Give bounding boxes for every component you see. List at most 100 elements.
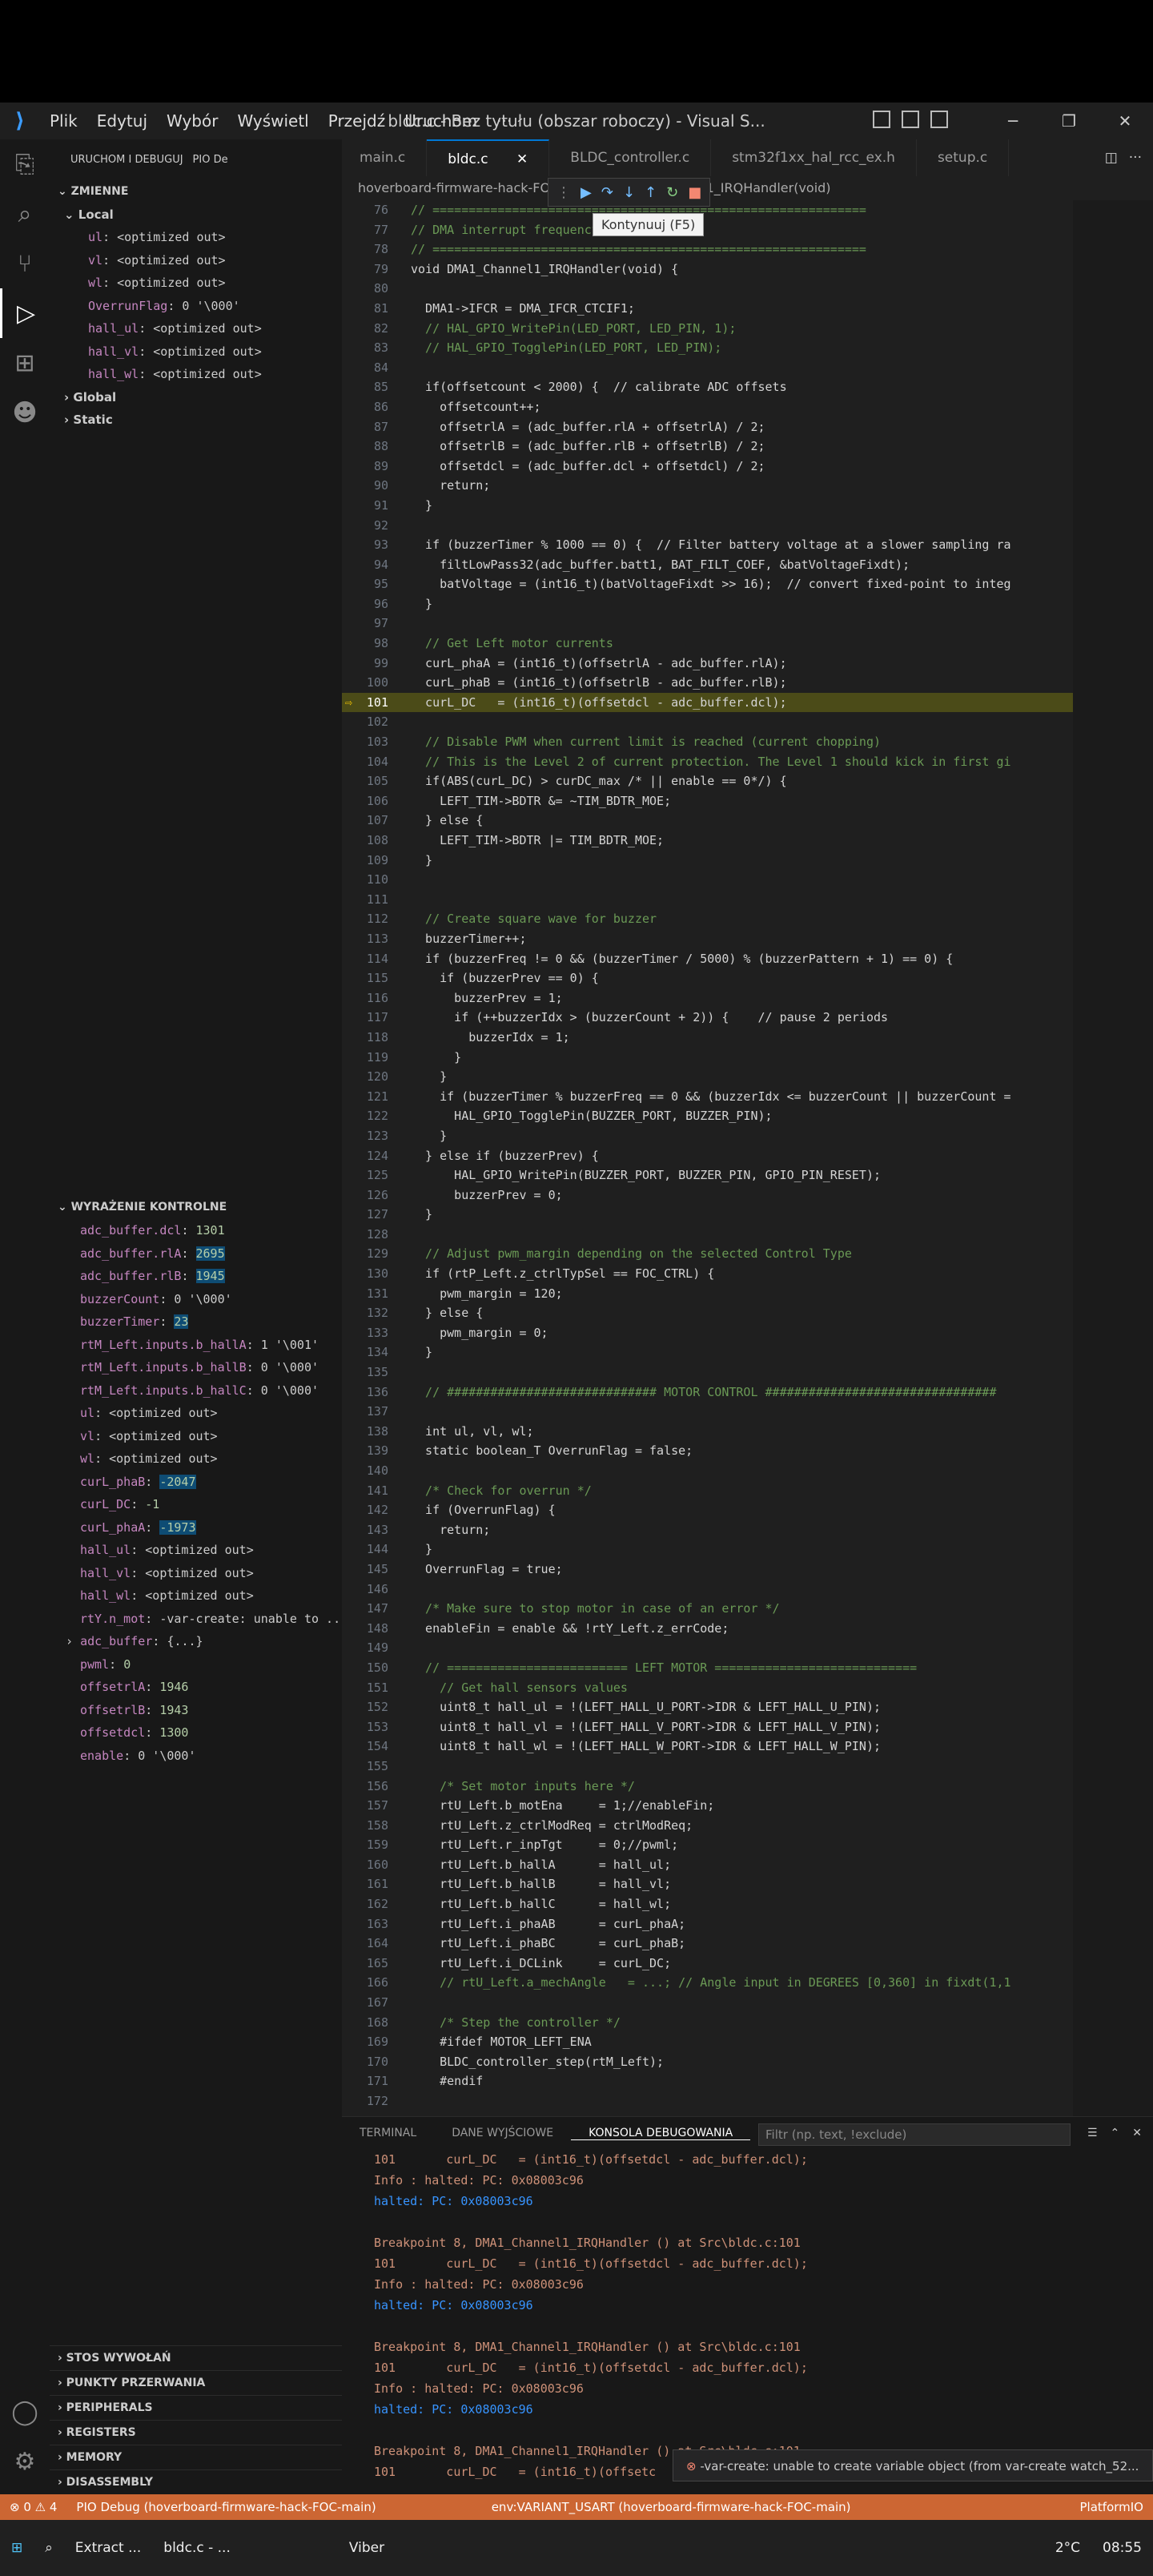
panel-toggle-icon[interactable]: [930, 111, 948, 128]
restart-icon[interactable]: ↻: [666, 184, 678, 201]
settings-gear-icon[interactable]: ⚙: [0, 2437, 50, 2486]
watch-expression-row[interactable]: hall_vl: <optimized out>: [50, 1562, 342, 1585]
source-control-icon[interactable]: ⑂: [0, 239, 50, 288]
menu-run[interactable]: Uruchom: [395, 111, 487, 131]
sidebar-section-header[interactable]: › PERIPHERALS: [50, 2395, 342, 2420]
watch-expression-row[interactable]: vl: <optimized out>: [50, 1425, 342, 1448]
tab-main-c[interactable]: main.c: [342, 139, 428, 176]
close-panel-icon[interactable]: ✕: [1132, 2127, 1142, 2139]
minimap[interactable]: [1073, 200, 1153, 2116]
sidebar-toggle-icon[interactable]: [902, 111, 919, 128]
menu-go[interactable]: Przejdź: [319, 111, 395, 131]
sidebar-section-header[interactable]: › STOS WYWOŁAŃ: [50, 2345, 342, 2370]
search-icon[interactable]: ⌕: [0, 189, 50, 239]
local-variable-row[interactable]: wl: <optimized out>: [50, 272, 342, 295]
watch-expression-row[interactable]: curL_phaB: -2047: [50, 1471, 342, 1494]
watch-section-header[interactable]: ⌄ WYRAŻENIE KONTROLNE: [50, 1195, 342, 1219]
local-variable-row[interactable]: ul: <optimized out>: [50, 226, 342, 249]
tab-bldc-controller-c[interactable]: BLDC_controller.c: [549, 139, 712, 176]
watch-expression-row[interactable]: offsetdcl: 1300: [50, 1721, 342, 1745]
variables-section-header[interactable]: ⌄ ZMIENNE: [50, 179, 342, 203]
watch-expression-row[interactable]: hall_ul: <optimized out>: [50, 1539, 342, 1562]
step-into-icon[interactable]: ↓: [623, 184, 635, 201]
clock[interactable]: 08:55: [1091, 2540, 1153, 2556]
maximize-icon[interactable]: ❐: [1041, 103, 1097, 139]
watch-expression-row[interactable]: curL_phaA: -1973: [50, 1516, 342, 1540]
layout-toggle-icon[interactable]: [873, 111, 890, 128]
menu-file[interactable]: Plik: [40, 111, 87, 131]
tab-bldc-c[interactable]: bldc.c ✕: [427, 139, 550, 176]
step-out-icon[interactable]: ↑: [645, 184, 657, 201]
tab-debug-console[interactable]: KONSOLA DEBUGOWANIA: [571, 2127, 751, 2140]
scope-global[interactable]: › Global: [50, 386, 342, 409]
local-variable-row[interactable]: OverrunFlag: 0 '\000': [50, 295, 342, 318]
watch-expression-row[interactable]: rtM_Left.inputs.b_hallA: 1 '\001': [50, 1334, 342, 1357]
clear-console-icon[interactable]: ☰: [1087, 2127, 1098, 2139]
debug-session[interactable]: PIO Debug (hoverboard-firmware-hack-FOC-…: [66, 2494, 385, 2520]
watch-expression-row[interactable]: buzzerCount: 0 '\000': [50, 1288, 342, 1311]
watch-expression-row[interactable]: curL_DC: -1: [50, 1493, 342, 1516]
minimize-icon[interactable]: ─: [985, 103, 1041, 139]
debug-config-select[interactable]: PIO De: [193, 154, 228, 166]
sidebar-section-header[interactable]: › PUNKTY PRZERWANIA: [50, 2370, 342, 2395]
start-icon[interactable]: ⊞: [0, 2540, 34, 2556]
watch-expression-row[interactable]: ul: <optimized out>: [50, 1402, 342, 1425]
watch-expression-row[interactable]: rtM_Left.inputs.b_hallC: 0 '\000': [50, 1379, 342, 1403]
watch-expression-row[interactable]: offsetrlA: 1946: [50, 1676, 342, 1699]
local-variable-row[interactable]: hall_ul: <optimized out>: [50, 317, 342, 340]
step-over-icon[interactable]: ↷: [601, 184, 613, 201]
tab-close-icon[interactable]: ✕: [516, 151, 528, 167]
platformio-icon[interactable]: ☻: [0, 388, 50, 437]
maximize-panel-icon[interactable]: ⌃: [1111, 2127, 1120, 2139]
local-variable-row[interactable]: hall_wl: <optimized out>: [50, 363, 342, 386]
task-extract[interactable]: Extract ...: [64, 2540, 153, 2556]
tab-output[interactable]: DANE WYJŚCIOWE: [434, 2127, 571, 2139]
more-actions-icon[interactable]: ···: [1129, 139, 1142, 176]
watch-expression-row[interactable]: buzzerTimer: 23: [50, 1310, 342, 1334]
watch-expression-row[interactable]: adc_buffer.rlA: 2695: [50, 1242, 342, 1266]
search-taskbar-icon[interactable]: ⌕: [34, 2540, 64, 2556]
problems-indicator[interactable]: ⊗ 0 ⚠ 4: [0, 2494, 66, 2520]
menu-view[interactable]: Wyświetl: [227, 111, 318, 131]
watch-expression-row[interactable]: pwml: 0: [50, 1653, 342, 1676]
split-editor-icon[interactable]: ◫: [1105, 139, 1118, 176]
sidebar-section-header[interactable]: › DISASSEMBLY: [50, 2469, 342, 2494]
run-debug-icon[interactable]: ▷: [0, 288, 50, 338]
watch-expression-row[interactable]: hall_wl: <optimized out>: [50, 1584, 342, 1608]
tab-terminal[interactable]: TERMINAL: [342, 2127, 434, 2139]
watch-expression-row[interactable]: offsetrlB: 1943: [50, 1699, 342, 1722]
watch-expression-row[interactable]: adc_buffer.dcl: 1301: [50, 1219, 342, 1242]
tab-stm32-hal-rcc[interactable]: stm32f1xx_hal_rcc_ex.h: [711, 139, 917, 176]
error-notification[interactable]: ⊗ -var-create: unable to create variable…: [673, 2449, 1153, 2481]
platformio-status[interactable]: PlatformIO: [1071, 2494, 1153, 2520]
breakpoint-arrow-icon[interactable]: ⇨: [345, 693, 352, 713]
tab-setup-c[interactable]: setup.c: [917, 139, 1010, 176]
code-editor[interactable]: 76 // ===================================…: [342, 200, 1073, 2116]
sidebar-section-header[interactable]: › MEMORY: [50, 2445, 342, 2469]
pio-env[interactable]: env:VARIANT_USART (hoverboard-firmware-h…: [482, 2494, 861, 2520]
breadcrumb[interactable]: hoverboard-firmware-hack-FOC > ... > DMA…: [342, 176, 1153, 200]
sidebar-section-header[interactable]: › REGISTERS: [50, 2420, 342, 2445]
explorer-icon[interactable]: ⎘: [0, 139, 50, 189]
weather-temp[interactable]: 2°C: [1044, 2540, 1091, 2556]
task-viber[interactable]: Viber: [338, 2540, 396, 2556]
menu-edit[interactable]: Edytuj: [87, 111, 157, 131]
watch-expression-row[interactable]: › adc_buffer: {...}: [50, 1630, 342, 1653]
menu-more[interactable]: ···: [487, 111, 521, 131]
menu-selection[interactable]: Wybór: [157, 111, 227, 131]
watch-expression-row[interactable]: wl: <optimized out>: [50, 1447, 342, 1471]
watch-expression-row[interactable]: enable: 0 '\000': [50, 1745, 342, 1768]
scope-local[interactable]: ⌄ Local: [50, 203, 342, 226]
close-icon[interactable]: ✕: [1097, 103, 1153, 139]
account-icon[interactable]: ◯: [0, 2387, 50, 2437]
watch-expression-row[interactable]: rtY.n_mot: -var-create: unable to ...: [50, 1608, 342, 1631]
continue-icon[interactable]: ▶: [581, 184, 592, 201]
drag-handle-icon[interactable]: ⋮: [556, 184, 571, 201]
stop-icon[interactable]: ■: [688, 184, 701, 201]
local-variable-row[interactable]: hall_vl: <optimized out>: [50, 340, 342, 364]
watch-expression-row[interactable]: adc_buffer.rlB: 1945: [50, 1265, 342, 1288]
task-vscode[interactable]: bldc.c - ...: [152, 2540, 242, 2556]
scope-static[interactable]: › Static: [50, 409, 342, 431]
extensions-icon[interactable]: ⊞: [0, 338, 50, 388]
console-filter-input[interactable]: Filtr (np. text, !exclude): [758, 2123, 1071, 2146]
